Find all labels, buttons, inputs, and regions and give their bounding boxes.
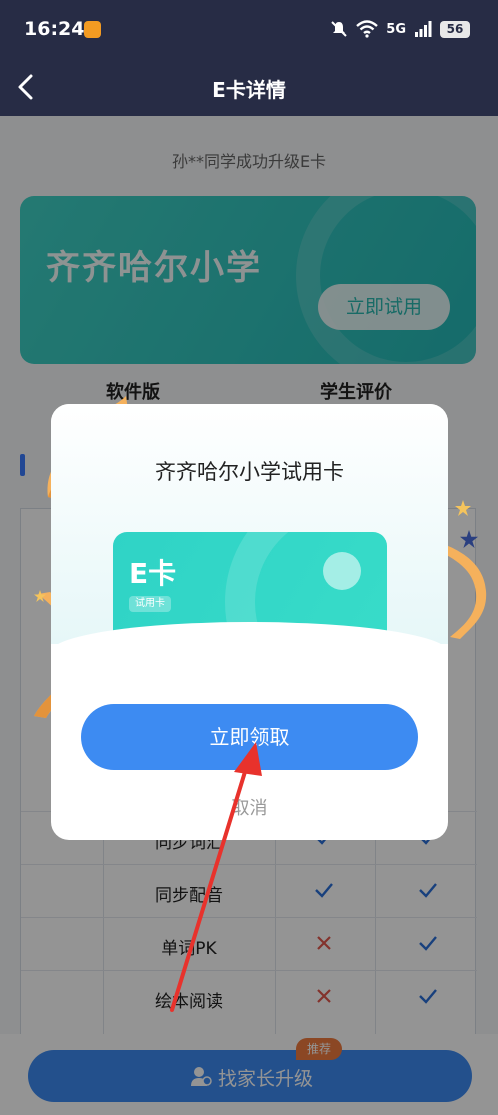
status-bar: 16:24 5G 56 xyxy=(0,0,498,58)
mute-bell-icon xyxy=(331,21,347,37)
status-time: 16:24 xyxy=(24,18,85,40)
trial-card-dialog: 齐齐哈尔小学试用卡 E卡 试用卡 立即领取 取消 xyxy=(51,404,448,840)
wifi-icon xyxy=(356,20,379,38)
star-icon xyxy=(460,530,478,548)
signal-icon xyxy=(415,21,432,37)
page-title: E卡详情 xyxy=(212,78,286,102)
card-decoration-dot xyxy=(323,552,361,590)
card-tag: 试用卡 xyxy=(129,596,171,612)
network-type: 5G xyxy=(386,21,406,37)
cancel-button[interactable]: 取消 xyxy=(51,794,448,820)
dialog-title: 齐齐哈尔小学试用卡 xyxy=(155,460,344,484)
star-icon xyxy=(34,590,46,602)
claim-now-button[interactable]: 立即领取 xyxy=(81,704,418,770)
dialog-wave xyxy=(51,622,448,682)
app-notification-icon xyxy=(84,21,101,38)
nav-bar: E卡详情 xyxy=(0,58,498,116)
card-label: E卡 xyxy=(129,557,177,590)
star-icon xyxy=(455,500,471,516)
battery-indicator: 56 xyxy=(440,20,470,38)
status-icons: 5G 56 xyxy=(330,18,470,40)
